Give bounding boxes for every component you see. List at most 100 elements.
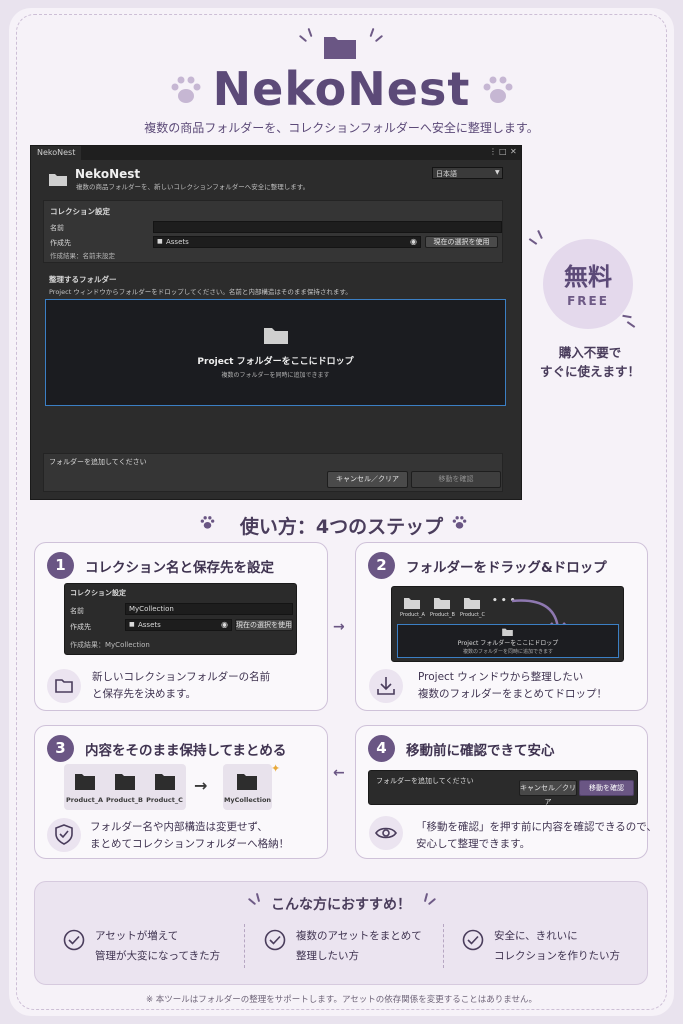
- cancel-clear-button[interactable]: キャンセル／クリア: [327, 471, 408, 488]
- folder-icon: [115, 774, 135, 790]
- mini-name-label: 名前: [70, 607, 84, 615]
- divider: [244, 924, 245, 968]
- confirm-move-button[interactable]: 移動を確認: [411, 471, 501, 488]
- destination-field[interactable]: ■ Assets ◉: [153, 236, 421, 248]
- more-menu-icon[interactable]: ⋮: [489, 147, 497, 156]
- step-description: Project ウィンドウから整理したい 複数のフォルダーをまとめてドロップ！: [418, 669, 607, 703]
- maximize-icon[interactable]: □: [499, 147, 507, 156]
- mini-dest-value: Assets: [138, 621, 161, 629]
- mini-drop-title: Project フォルダーをここにドロップ: [457, 640, 559, 647]
- folder-icon: [75, 774, 95, 790]
- mini-result-text: 作成結果：MyCollection: [70, 641, 150, 649]
- recommend-line1: 安全に、きれいに: [494, 930, 578, 942]
- step-title: 内容をそのまま保持してまとめる: [85, 743, 287, 759]
- folder-icon: [155, 774, 175, 790]
- recommend-line2: 管理が大変になってきた方: [95, 950, 221, 962]
- step-title: コレクション名と保存先を設定: [85, 560, 274, 576]
- free-note-line1: 購入不要で: [558, 345, 622, 360]
- recommend-item-text: 複数のアセットをまとめて 整理したい方: [296, 926, 422, 966]
- free-badge: 無料 FREE: [543, 239, 633, 329]
- name-label: 名前: [50, 224, 64, 232]
- mini-dest-label: 作成先: [70, 623, 91, 631]
- use-selection-button[interactable]: 現在の選択を使用: [425, 236, 498, 248]
- step-desc-line2: 安心して整理できます。: [416, 838, 531, 850]
- step-card-3: 3 内容をそのまま保持してまとめる Product_A Product_B Pr…: [34, 725, 328, 859]
- result-text: 作成結果：名前未設定: [50, 252, 115, 260]
- check-circle-icon: [264, 929, 286, 951]
- mini-drop-subtitle: 複数のフォルダーを同時に追加できます: [462, 649, 553, 655]
- recommend-item-text: 安全に、きれいに コレクションを作りたい方: [494, 926, 620, 966]
- recommend-item-text: アセットが増えて 管理が大変になってきた方: [95, 926, 220, 966]
- folder-icon: [264, 328, 288, 344]
- folder-outline-icon: [47, 669, 81, 703]
- divider: [443, 924, 444, 968]
- eye-icon: [369, 816, 403, 850]
- download-icon: [369, 669, 403, 703]
- mini-status-text: フォルダーを追加してください: [376, 777, 474, 785]
- check-circle-icon: [63, 929, 85, 951]
- collection-folder-label: MyCollection: [223, 796, 272, 804]
- close-icon[interactable]: ✕: [510, 147, 517, 156]
- mini-drop-zone: Project フォルダーをここにドロップ 複数のフォルダーを同時に追加できます: [397, 624, 619, 658]
- folder-icon: ■: [129, 621, 135, 628]
- editor-window: NekoNest ⋮ □ ✕ NekoNest 複数の商品フォルダーを、新しいコ…: [30, 145, 522, 500]
- step-card-1: 1 コレクション名と保存先を設定 コレクション設定 名前 MyCollectio…: [34, 542, 328, 711]
- collection-folder-tile: MyCollection: [223, 764, 272, 810]
- step-number: 3: [47, 735, 74, 762]
- source-folder: Product_C: [146, 764, 183, 810]
- steps-title: 使い方：4つのステップ: [239, 516, 444, 538]
- window-tab[interactable]: NekoNest: [31, 146, 82, 160]
- drop-zone[interactable]: Project フォルダーをここにドロップ 複数のフォルダーを同時に追加できます: [45, 299, 506, 406]
- step-title: 移動前に確認できて安心: [406, 743, 555, 759]
- arrow-right-icon: →: [333, 619, 345, 635]
- drop-subtitle: 複数のフォルダーを同時に追加できます: [221, 372, 330, 379]
- source-folder: Product_B: [106, 764, 143, 810]
- footnote: ※ 本ツールはフォルダーの整理をサポートします。アセットの依存関係を変更すること…: [145, 995, 538, 1005]
- recommend-line1: 複数のアセットをまとめて: [296, 930, 422, 942]
- folder-icon: [404, 598, 420, 609]
- target-picker-icon[interactable]: ◉: [410, 237, 417, 246]
- mini-folder-label: Product_A: [400, 612, 425, 618]
- mini-section-title: コレクション設定: [70, 589, 126, 597]
- mini-collection-settings: コレクション設定 名前 MyCollection 作成先 ■ Assets ◉ …: [64, 583, 297, 655]
- step-title: フォルダーをドラッグ&ドロップ: [406, 560, 607, 576]
- destination-label: 作成先: [50, 239, 71, 247]
- shield-check-icon: [47, 818, 81, 852]
- destination-value: Assets: [166, 238, 189, 246]
- chevron-down-icon: ▼: [495, 169, 500, 176]
- name-field[interactable]: [153, 221, 502, 233]
- step-card-2: 2 フォルダーをドラッグ&ドロップ Product_A Product_B Pr…: [355, 542, 648, 711]
- step-number: 2: [368, 552, 395, 579]
- check-circle-icon: [462, 929, 484, 951]
- arrow-left-icon: ←: [333, 765, 345, 781]
- drop-title: Project フォルダーをここにドロップ: [197, 357, 354, 367]
- folder-icon: [434, 598, 450, 609]
- step-desc-line1: フォルダー名や内部構造は変更せず、: [90, 821, 268, 833]
- window-app-title: NekoNest: [75, 167, 141, 181]
- free-badge-en: FREE: [567, 294, 609, 308]
- step-number: 4: [368, 735, 395, 762]
- language-select[interactable]: 日本語 ▼: [432, 167, 503, 179]
- mini-confirm-button: 移動を確認: [579, 780, 634, 796]
- free-note: 購入不要で すぐに使えます！: [520, 343, 660, 381]
- free-badge-jp: 無料: [564, 263, 612, 291]
- source-folder: Product_A: [66, 764, 103, 810]
- folder-icon: ■: [157, 238, 163, 245]
- step-desc-line1: 新しいコレクションフォルダーの名前: [92, 671, 271, 683]
- mini-name-field: MyCollection: [125, 603, 293, 615]
- folder-icon: [49, 174, 67, 186]
- folder-icon: [324, 37, 356, 59]
- folders-section-title: 整理するフォルダー: [49, 275, 117, 284]
- mini-drop-window: Product_A Product_B Product_C • • • Proj…: [391, 586, 624, 662]
- target-picker-icon: ◉: [221, 620, 228, 629]
- step-desc-line2: 複数のフォルダーをまとめてドロップ！: [418, 688, 607, 700]
- sparkle-icon: ✦: [271, 762, 281, 775]
- status-box: フォルダーを追加してください キャンセル／クリア 移動を確認: [43, 453, 503, 492]
- step-number: 1: [47, 552, 74, 579]
- free-note-line2: すぐに使えます！: [539, 364, 640, 379]
- window-tabbar: NekoNest ⋮ □ ✕: [31, 146, 521, 160]
- mini-confirm-bar: フォルダーを追加してください キャンセル／クリア 移動を確認: [368, 770, 638, 806]
- source-folder-label: Product_C: [146, 796, 183, 804]
- recommend-box: こんな方におすすめ！ アセットが増えて 管理が大変になってきた方 複数のアセット…: [34, 881, 648, 985]
- mini-cancel-button: キャンセル／クリア: [519, 780, 577, 806]
